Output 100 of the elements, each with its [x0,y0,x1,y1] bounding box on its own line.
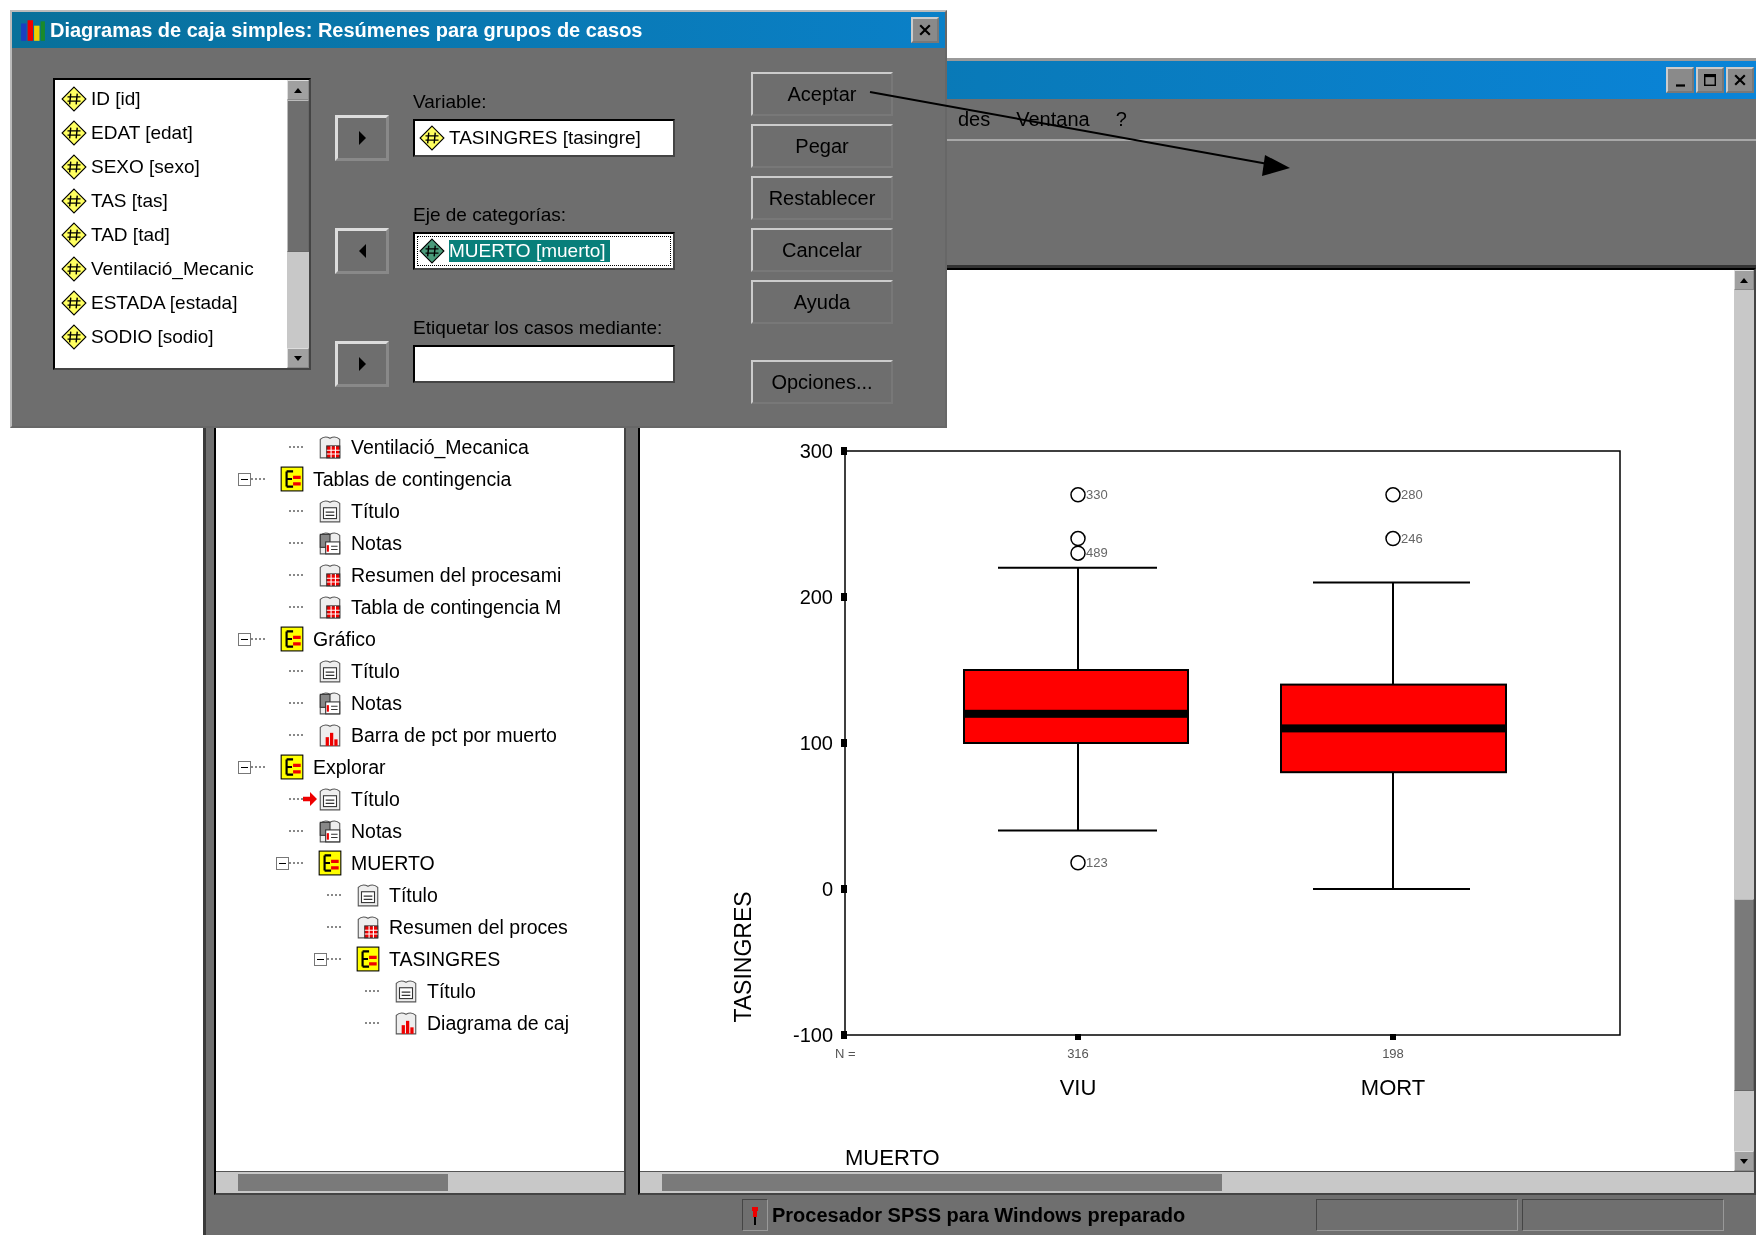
tree-item[interactable]: Título [351,787,400,811]
list-item[interactable]: SEXO [sexo] [91,156,200,178]
tree-item[interactable]: Barra de pct por muerto [351,723,557,747]
tree-item[interactable]: Ventilació_Mecanica [351,435,529,459]
scroll-down-icon[interactable] [294,355,302,361]
tick-mark [1390,1034,1396,1040]
document-icon [317,658,343,684]
collapse-toggle[interactable] [314,952,327,966]
tree-item[interactable]: Título [389,883,438,907]
tree-item[interactable]: Tabla de contingencia M [351,595,562,619]
tree-item[interactable]: Notas [351,531,402,555]
list-item[interactable]: ESTADA [estada] [91,292,238,314]
app-icon [20,17,46,43]
tick-mark [1075,1034,1081,1040]
menu-item[interactable]: des [958,107,991,131]
dialog-button[interactable]: Pegar [751,124,893,168]
tree-item[interactable]: Título [351,499,400,523]
tree-item[interactable]: MUERTO [351,851,435,875]
axis-tick-label: 100 [799,732,833,754]
dialog-button[interactable]: Restablecer [751,176,893,220]
menu-item[interactable]: Ventana [1016,107,1090,131]
numeric-variable-icon [61,324,87,350]
vertical-scrollbar[interactable] [1734,270,1754,1171]
folder-book-icon [317,850,343,876]
table-icon [317,434,343,460]
dialog-title: Diagramas de caja simples: Resúmenes para grupos de casos [50,18,644,42]
tree-item[interactable]: Notas [351,691,402,715]
document-icon [355,882,381,908]
tick-mark [841,739,847,747]
options-button[interactable]: Opciones... [751,360,893,404]
table-icon [355,914,381,940]
tree-item[interactable]: TASINGRES [389,947,501,971]
tick-mark [841,885,847,893]
close-icon [919,24,931,36]
transfer-button[interactable] [335,341,389,387]
notes-icon [317,818,343,844]
numeric-variable-icon [61,154,87,180]
tree-item[interactable]: Diagrama de caj [427,1011,569,1035]
list-item[interactable]: SODIO [sodio] [91,326,214,348]
axis-title: TASINGRES [730,891,756,1023]
close-button[interactable] [911,17,939,43]
field-label: Variable: [413,91,488,113]
collapse-toggle[interactable] [238,472,251,486]
outlier-label: 280 [1401,486,1423,502]
close-button[interactable] [1726,67,1754,93]
numeric-variable-icon [61,256,87,282]
numeric-variable-icon [419,125,445,151]
scroll-up-icon[interactable] [1740,277,1748,283]
collapse-toggle[interactable] [238,760,251,774]
outlier-marker [1070,487,1086,503]
horizontal-scrollbar[interactable] [640,1171,1754,1193]
numeric-variable-icon [61,120,87,146]
tree-item[interactable]: Gráfico [313,627,376,651]
list-item[interactable]: ID [id] [91,88,141,110]
table-icon [317,594,343,620]
list-item[interactable]: TAD [tad] [91,224,170,246]
list-item[interactable]: TAS [tas] [91,190,168,212]
input-field[interactable]: MUERTO [muerto] [413,232,675,270]
minimize-icon [1675,84,1685,87]
tree-item[interactable]: Notas [351,819,402,843]
tree-item[interactable]: Resumen del procesami [351,563,562,587]
menu-item[interactable]: ? [1115,107,1127,131]
input-field[interactable] [413,345,675,383]
list-item[interactable]: EDAT [edat] [91,122,193,144]
variable-list[interactable]: ID [id] EDAT [edat] SEXO [sexo] TAS [tas] TAD [tad] Ventilació_Mecanic ESTADA [estada] SODIO [sodio] [53,78,311,370]
vertical-scrollbar[interactable] [287,80,309,368]
outlier-label: 330 [1086,486,1108,502]
tree-item[interactable]: Título [351,659,400,683]
numeric-variable-icon [61,222,87,248]
outlier-label: 489 [1086,545,1108,561]
document-icon [393,978,419,1004]
tick-mark [841,447,847,455]
scroll-thumb[interactable] [287,100,309,252]
input-field[interactable]: TASINGRES [tasingre] [413,119,675,157]
transfer-button[interactable] [335,228,389,274]
scroll-thumb[interactable] [1734,899,1754,1091]
tree-item[interactable]: Título [427,979,476,1003]
scroll-thumb[interactable] [662,1174,1222,1191]
tree-item[interactable]: Tablas de contingencia [313,467,512,491]
field-label: Eje de categorías: [413,204,568,226]
horizontal-scrollbar[interactable] [216,1171,624,1193]
collapse-toggle[interactable] [276,856,289,870]
tree-item[interactable]: Resumen del proces [389,915,568,939]
scroll-down-icon[interactable] [1740,1158,1748,1164]
tree-item[interactable]: Explorar [313,755,386,779]
scroll-thumb[interactable] [238,1174,448,1191]
folder-book-icon [355,946,381,972]
scroll-up-icon[interactable] [294,87,302,93]
transfer-button[interactable] [335,115,389,161]
dialog-button[interactable]: Cancelar [751,228,893,272]
list-item[interactable]: Ventilació_Mecanic [91,258,254,280]
maximize-button[interactable] [1696,67,1724,93]
minimize-button[interactable] [1666,67,1694,93]
dialog-button[interactable]: Ayuda [751,280,893,324]
table-icon [317,562,343,588]
outlier-marker [1070,530,1086,547]
folder-book-icon [279,754,305,780]
tick-mark [841,593,847,601]
dialog-button[interactable]: Aceptar [751,72,893,116]
collapse-toggle[interactable] [238,632,251,646]
